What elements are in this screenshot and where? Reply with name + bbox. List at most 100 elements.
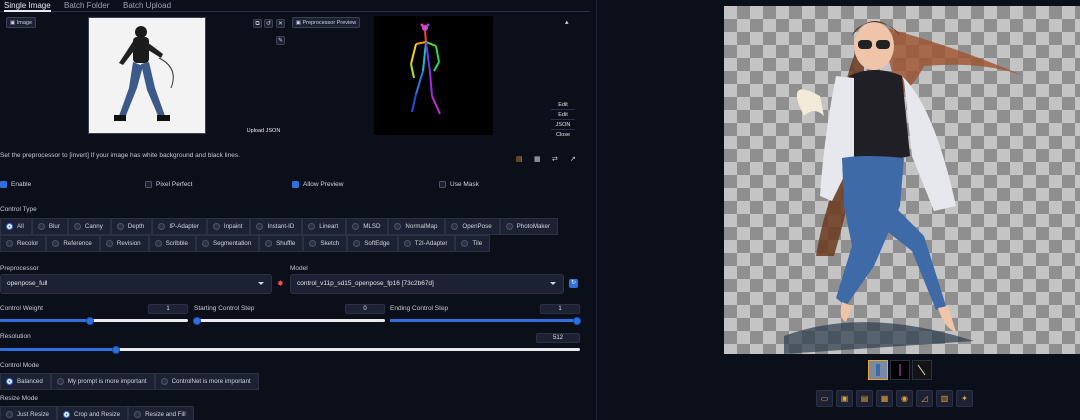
control-type-normalmap[interactable]: NormalMap (388, 218, 446, 235)
pixel-perfect-check[interactable] (145, 181, 152, 188)
radio-dot[interactable] (6, 240, 13, 247)
resolution-slider[interactable] (0, 345, 580, 354)
radio-dot[interactable] (154, 240, 162, 247)
control-type-instant-id[interactable]: Instant-ID (250, 218, 303, 235)
radio-dot[interactable] (105, 240, 113, 247)
gallery-thumb-3[interactable] (912, 360, 932, 380)
image-icon[interactable]: ▦ (876, 390, 893, 407)
upload-json-button[interactable]: Upload JSON (245, 126, 282, 137)
control-type-reference[interactable]: Reference (46, 235, 100, 252)
radio-dot[interactable] (352, 223, 360, 230)
palette-icon[interactable]: ◉ (896, 390, 913, 407)
collapse-preview-icon[interactable]: ▴ (565, 18, 569, 26)
starting-step-input[interactable]: 0 (345, 304, 385, 314)
gallery-thumb-2[interactable] (890, 360, 910, 380)
sparkle-run-icon[interactable]: ✸ (277, 279, 284, 288)
radio-dot[interactable] (403, 240, 411, 247)
sparkle-icon[interactable]: ✦ (956, 390, 973, 407)
tab-batch-upload[interactable]: Batch Upload (123, 0, 171, 12)
pose-preview-image[interactable] (374, 16, 493, 135)
control-type-t2i-adapter[interactable]: T2I-Adapter (397, 235, 456, 252)
swap-icon[interactable]: ⇄ (552, 155, 558, 163)
control-type-canny[interactable]: Canny (67, 218, 111, 235)
save-icon[interactable]: ▣ (836, 390, 853, 407)
slider-handle[interactable] (86, 316, 95, 325)
starting-step-slider[interactable] (193, 316, 385, 325)
edit-icon[interactable]: ✎ (276, 36, 285, 45)
camera-icon[interactable]: ▦ (534, 155, 541, 163)
resize-mode-resize-and-fill[interactable]: Resize and Fill (128, 406, 194, 420)
radio-dot[interactable] (56, 378, 64, 385)
folder-icon[interactable]: ▭ (816, 390, 833, 407)
control-type-sketch[interactable]: Sketch (303, 235, 348, 252)
allow-preview-checkbox[interactable]: Allow Preview (292, 181, 343, 188)
use-mask-check[interactable] (439, 181, 446, 188)
control-type-lineart[interactable]: Lineart (302, 218, 347, 235)
control-type-tile[interactable]: Tile (455, 235, 491, 252)
radio-dot[interactable] (37, 223, 45, 230)
radio-dot[interactable] (73, 223, 81, 230)
control-mode-prompt[interactable]: My prompt is more important (50, 373, 155, 390)
control-type-revision[interactable]: Revision (99, 235, 149, 252)
control-type-blur[interactable]: Blur (31, 218, 68, 235)
radio-dot[interactable] (116, 223, 124, 230)
radio-dot[interactable] (6, 378, 13, 385)
radio-dot[interactable] (158, 223, 166, 230)
edit-button-2[interactable]: Edit (551, 111, 575, 120)
json-button[interactable]: JSON (551, 121, 575, 130)
control-type-openpose[interactable]: OpenPose (445, 218, 500, 235)
resize-mode-just-resize[interactable]: Just Resize (0, 406, 57, 420)
preprocessor-select[interactable]: openpose_full (0, 274, 272, 294)
control-mode-balanced[interactable]: Balanced (0, 373, 51, 390)
tab-single-image[interactable]: Single Image (4, 0, 51, 12)
tab-batch-folder[interactable]: Batch Folder (64, 0, 109, 12)
close-icon[interactable]: ✕ (276, 19, 285, 28)
radio-dot[interactable] (201, 240, 209, 247)
radio-dot[interactable] (451, 223, 459, 230)
control-weight-slider[interactable] (0, 316, 188, 325)
radio-dot[interactable] (256, 223, 264, 230)
refresh-icon[interactable]: ↻ (569, 279, 578, 288)
control-type-all[interactable]: All (0, 218, 32, 235)
radio-dot[interactable] (62, 411, 70, 418)
pixel-perfect-checkbox[interactable]: Pixel Perfect (145, 181, 193, 188)
model-select[interactable]: control_v11p_sd15_openpose_fp16 [73c2b67… (290, 274, 564, 294)
edit-button-1[interactable]: Edit (551, 101, 575, 110)
ending-step-slider[interactable] (390, 316, 581, 325)
radio-dot[interactable] (353, 240, 361, 247)
enable-checkbox[interactable]: Enable (0, 181, 31, 188)
enable-check[interactable] (0, 181, 7, 188)
radio-dot[interactable] (212, 223, 220, 230)
radio-dot[interactable] (6, 411, 13, 418)
control-type-photomaker[interactable]: PhotoMaker (499, 218, 559, 235)
resolution-input[interactable]: 512 (536, 333, 580, 343)
close-button[interactable]: Close (551, 131, 575, 140)
control-type-mlsd[interactable]: MLSD (346, 218, 389, 235)
control-type-ip-adapter[interactable]: IP-Adapter (152, 218, 207, 235)
reset-icon[interactable]: ↺ (264, 19, 273, 28)
radio-dot[interactable] (52, 240, 60, 247)
radio-dot[interactable] (461, 240, 469, 247)
zip-icon[interactable]: ▤ (856, 390, 873, 407)
ending-step-input[interactable]: 1 (540, 304, 580, 314)
control-type-scribble[interactable]: Scribble (148, 235, 196, 252)
radio-dot[interactable] (308, 223, 316, 230)
radio-dot[interactable] (309, 240, 317, 247)
gallery-thumb-1[interactable] (868, 360, 888, 380)
radio-dot[interactable] (6, 223, 13, 230)
control-type-shuffle[interactable]: Shuffle (259, 235, 304, 252)
radio-dot[interactable] (394, 223, 402, 230)
control-type-depth[interactable]: Depth (110, 218, 153, 235)
control-type-recolor[interactable]: Recolor (0, 235, 47, 252)
control-type-inpaint[interactable]: Inpaint (206, 218, 251, 235)
send-icon[interactable]: ↗ (570, 155, 576, 163)
document-icon[interactable]: ▤ (516, 155, 523, 163)
slider-handle[interactable] (573, 316, 581, 325)
control-weight-input[interactable]: 1 (148, 304, 188, 314)
ruler-icon[interactable]: ◿ (916, 390, 933, 407)
control-type-segmentation[interactable]: Segmentation (195, 235, 260, 252)
slider-handle[interactable] (193, 316, 201, 325)
control-type-softedge[interactable]: SoftEdge (347, 235, 398, 252)
slider-handle[interactable] (112, 345, 120, 354)
radio-dot[interactable] (160, 378, 168, 385)
